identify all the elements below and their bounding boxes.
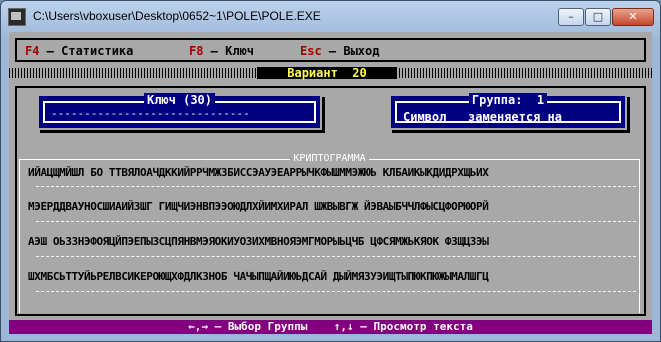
console-area: F4 – Статистика F8 – Ключ Esc – Выход Ва… (9, 32, 652, 334)
menu-key: F4 (25, 44, 40, 58)
symbol-replacement-line: Символ заменяется на (403, 110, 562, 124)
cryptogram-line: ШХМБСЬТТУЙЬРЕЛВСИКЕРОЮЩХФДЛКЗНОБ ЧАЧЫПЩА… (28, 270, 489, 283)
key-panel[interactable]: Ключ (30) ------------------------------ (37, 93, 322, 130)
replaced-label: заменяется на (468, 110, 562, 124)
group-panel-title-text: Группа: 1 (468, 93, 548, 107)
line-separator (36, 291, 636, 293)
key-field[interactable]: ------------------------------ (51, 109, 313, 119)
key-panel-title-text: Ключ (30) (143, 93, 216, 107)
cryptogram-title: КРИПТОГРАММА (20, 152, 639, 166)
menu-label: – Ключ (203, 44, 255, 58)
menu-key: F8 (189, 44, 204, 58)
console-app-icon (8, 8, 26, 26)
close-button[interactable]: ✕ (612, 8, 654, 26)
group-panel-title: Группа: 1 (391, 93, 625, 107)
line-separator (36, 186, 636, 188)
window-title: C:\Users\vboxuser\Desktop\0652~1\POLE\PO… (33, 9, 321, 23)
line-separator (36, 256, 636, 258)
title-bar[interactable]: C:\Users\vboxuser\Desktop\0652~1\POLE\PO… (1, 1, 660, 32)
dos-window: C:\Users\vboxuser\Desktop\0652~1\POLE\PO… (0, 0, 661, 342)
menu-bar: F4 – Статистика F8 – Ключ Esc – Выход (15, 38, 646, 62)
menu-label: – Статистика (39, 44, 134, 58)
menu-exit[interactable]: Esc – Выход (300, 44, 379, 58)
menu-key: Esc (300, 44, 322, 58)
cryptogram-title-text: КРИПТОГРАММА (290, 153, 369, 164)
line-separator (36, 221, 636, 223)
symbol-label: Символ (403, 110, 447, 124)
menu-label: – Выход (321, 44, 380, 58)
minimize-button[interactable]: – (558, 8, 584, 26)
cryptogram-line: ИЙАЦЩМЙШЛ БО ТТВЯЛОАЧДККИЙРРЧМЖЗБИССЭАУЭ… (28, 166, 489, 179)
menu-key-entry[interactable]: F8 – Ключ (189, 44, 254, 58)
group-panel[interactable]: Группа: 1 Символ заменяется на (389, 93, 627, 130)
menu-statistics[interactable]: F4 – Статистика (25, 44, 133, 58)
maximize-button[interactable]: □ (585, 8, 611, 26)
cryptogram-line: АЭШ ОЬЗЗНЭФОЯЦЙПЭЕПЫЗСЦПЯНВМЭЯОКИУОЗИХМВ… (28, 235, 489, 248)
cryptogram-box[interactable]: КРИПТОГРАММА ИЙАЦЩМЙШЛ БО ТТВЯЛОАЧДККИЙР… (19, 153, 640, 313)
cryptogram-line: МЭЕРДДВАУНОСШИАИЙЗШГ ГИЩЧИЭНВПЭЭОЮДЛХЙИМ… (28, 200, 489, 213)
status-bar: ←,→ – Выбор Группы ↑,↓ – Просмотр текста (9, 320, 652, 334)
key-panel-title: Ключ (30) (39, 93, 320, 107)
variant-label: Вариант 20 (257, 67, 397, 79)
